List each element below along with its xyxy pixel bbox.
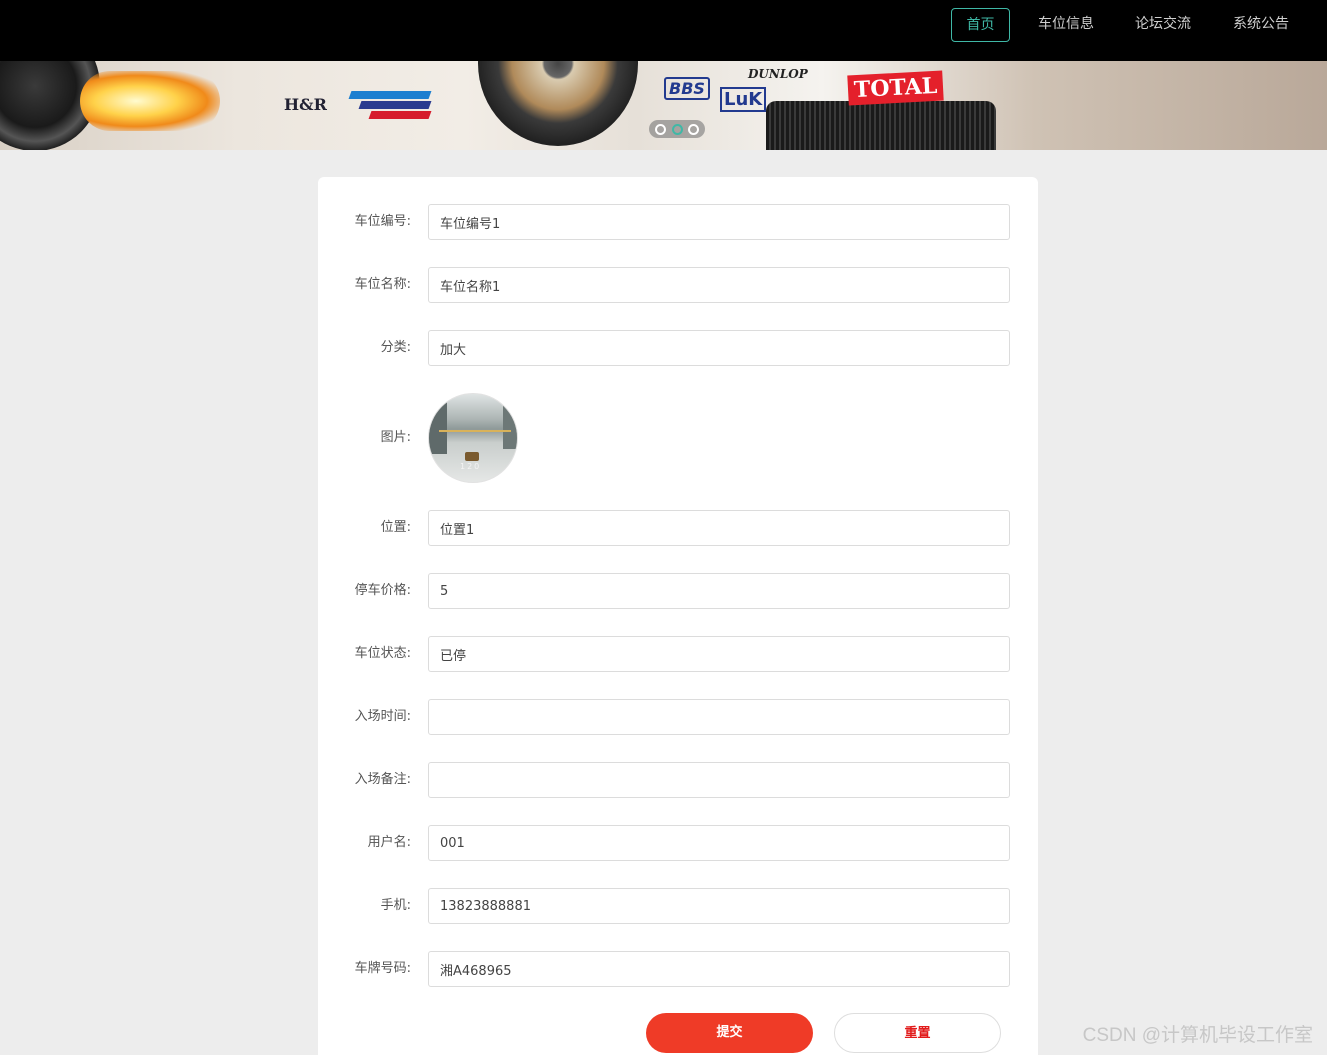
phone-input[interactable] bbox=[428, 888, 1010, 924]
entry-time-label: 入场时间: bbox=[354, 709, 411, 724]
csdn-watermark: CSDN @计算机毕设工作室 bbox=[1082, 1025, 1313, 1046]
image-wall bbox=[429, 394, 447, 454]
category-label: 分类: bbox=[380, 340, 411, 355]
image-label: 图片: bbox=[380, 430, 411, 445]
image-marker bbox=[465, 452, 479, 461]
banner-logo-dunlop: DUNLOP bbox=[748, 67, 808, 81]
banner-car-grille bbox=[766, 101, 996, 150]
username-label: 用户名: bbox=[367, 835, 411, 850]
submit-button[interactable]: 提交 bbox=[646, 1013, 813, 1053]
carousel-dot-2[interactable] bbox=[671, 123, 683, 135]
nav-home[interactable]: 首页 bbox=[951, 8, 1010, 42]
plate-label: 车牌号码: bbox=[354, 961, 411, 976]
reset-button[interactable]: 重置 bbox=[834, 1013, 1001, 1053]
username-input[interactable] bbox=[428, 825, 1010, 861]
top-navbar: 首页 车位信息 论坛交流 系统公告 bbox=[0, 0, 1327, 61]
nav-forum[interactable]: 论坛交流 bbox=[1127, 8, 1199, 42]
image-line bbox=[439, 430, 511, 432]
space-name-label: 车位名称: bbox=[354, 277, 411, 292]
carousel-dot-1[interactable] bbox=[654, 123, 666, 135]
banner-logo-luk: LuK bbox=[720, 87, 767, 112]
category-input[interactable] bbox=[428, 330, 1010, 366]
entry-time-input[interactable] bbox=[428, 699, 1010, 735]
location-label: 位置: bbox=[380, 520, 411, 535]
phone-label: 手机: bbox=[380, 898, 411, 913]
entry-note-input[interactable] bbox=[428, 762, 1010, 798]
plate-input[interactable] bbox=[428, 951, 1010, 987]
banner-logo-total: TOTAL bbox=[847, 70, 944, 106]
nav-parking-info[interactable]: 车位信息 bbox=[1030, 8, 1102, 42]
space-name-input[interactable] bbox=[428, 267, 1010, 303]
entry-note-label: 入场备注: bbox=[354, 772, 411, 787]
banner-wheel-front bbox=[478, 61, 638, 146]
space-no-input[interactable] bbox=[428, 204, 1010, 240]
space-no-label: 车位编号: bbox=[354, 214, 411, 229]
location-input[interactable] bbox=[428, 510, 1010, 546]
status-label: 车位状态: bbox=[354, 646, 411, 661]
parking-space-image[interactable]: 120 bbox=[428, 393, 518, 483]
price-input[interactable] bbox=[428, 573, 1010, 609]
banner-exhaust-flame bbox=[80, 71, 220, 131]
carousel-dot-3[interactable] bbox=[688, 123, 700, 135]
image-wall bbox=[503, 394, 517, 449]
parking-detail-form: 车位编号: 车位名称: 分类: 图片: 120 位置: 停车价格: 车位状态: … bbox=[318, 177, 1038, 1055]
image-space-number: 120 bbox=[460, 462, 482, 471]
nav-announcements[interactable]: 系统公告 bbox=[1225, 8, 1297, 42]
carousel-indicators bbox=[649, 120, 705, 138]
banner-carousel: H&R BBS LuK DUNLOP TOTAL bbox=[0, 61, 1327, 150]
banner-stripe bbox=[368, 111, 432, 119]
price-label: 停车价格: bbox=[354, 583, 411, 598]
banner-stripe bbox=[358, 101, 432, 109]
banner-logo-hr: H&R bbox=[284, 95, 327, 114]
status-input[interactable] bbox=[428, 636, 1010, 672]
banner-logo-bbs: BBS bbox=[664, 77, 710, 100]
banner-stripe bbox=[348, 91, 432, 99]
